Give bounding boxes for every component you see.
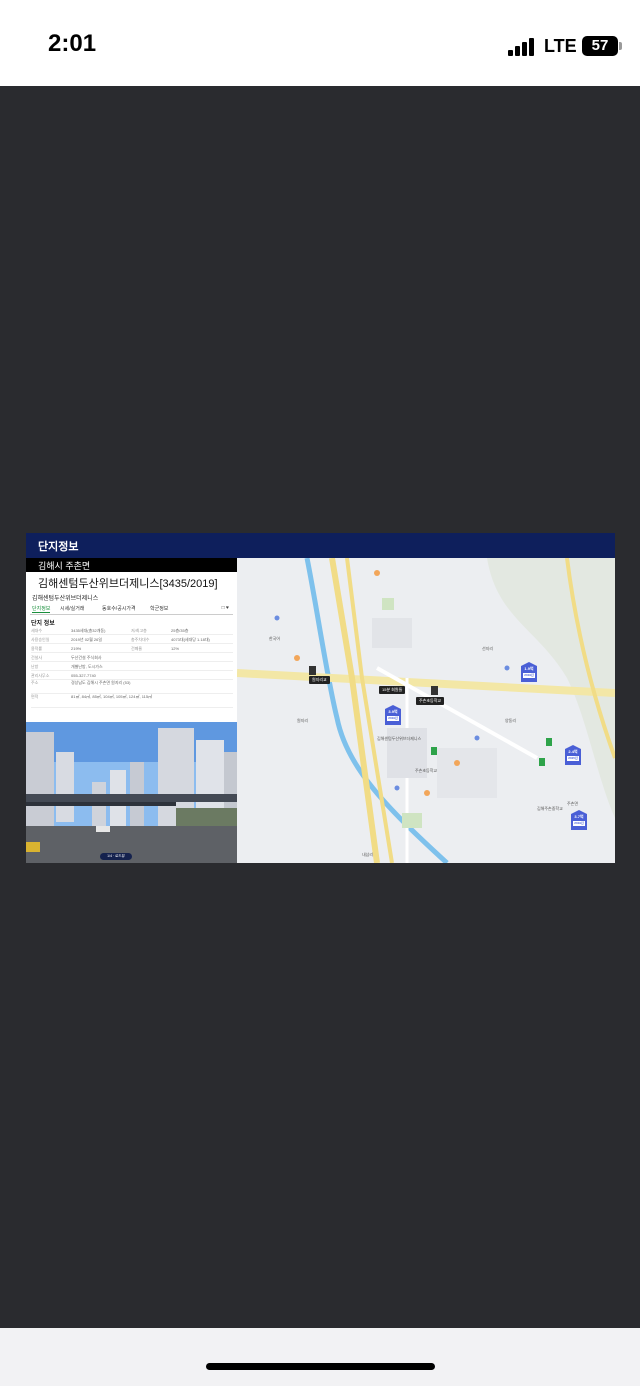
map-label: 김해센텀두산위브더제니스: [377, 736, 422, 741]
complex-title: 김해센텀두산위브더제니스[3435/2019]: [38, 578, 218, 590]
presentation-slide[interactable]: 단지정보 김해시 주촌면 김해센텀두산위브더제니스[3435/2019] 김해센…: [26, 533, 615, 863]
info-value: 개별난방, 도시가스: [71, 664, 103, 669]
map-canvas: [237, 558, 615, 863]
share-favorite-icon[interactable]: □ ♥: [222, 605, 229, 611]
map-callout[interactable]: 15분 회원들: [379, 686, 406, 694]
info-row: 관리사무소 055-327-7740: [31, 671, 233, 680]
signal-icon: [508, 38, 538, 56]
map-label: 주촌초등학교: [415, 768, 438, 773]
info-value: 3435세대(총32개동): [71, 628, 106, 633]
network-type: LTE: [544, 36, 577, 56]
street-view-photo[interactable]: 1/4 · 로드뷰: [26, 722, 237, 863]
info-table: 세대수 3435세대(총32개동) 저/최고층 25층/35층 사용승인일 2019년 …: [31, 626, 233, 708]
info-key: 주소: [31, 680, 39, 685]
tab-school[interactable]: 학군정보: [150, 605, 168, 612]
price-marker[interactable]: 3.7억 2019년: [571, 810, 587, 830]
info-value: 81㎡, 84㎡, 85㎡, 104㎡, 105㎡, 124㎡, 115㎡: [71, 694, 153, 699]
info-row: 사용승인일 2019년 02월 26일 총주차대수 4073대(세대당 1.18대): [31, 635, 233, 644]
map-label: 주촌면: [567, 801, 579, 806]
battery-tip: [619, 42, 622, 50]
info-row: 주소 경상남도 김해시 주촌면 원지리 (53): [31, 680, 233, 694]
info-key: 용적률: [31, 646, 43, 651]
info-key: 총주차대수: [131, 637, 150, 642]
info-value: 2019년 02월 26일: [71, 637, 103, 642]
tab-complex-info[interactable]: 단지정보: [32, 605, 51, 613]
marker-year: 2019년: [387, 716, 399, 721]
map-label: 김해주촌중학교: [537, 806, 563, 811]
complex-subtitle: 김해센텀두산위브더제니스: [32, 596, 99, 602]
pin-icon[interactable]: [431, 747, 437, 755]
tab-unit-price[interactable]: 동호수/공시가격: [102, 605, 136, 612]
info-row: 난방 개별난방, 도시가스: [31, 662, 233, 671]
region-label: 김해시 주촌면: [38, 561, 91, 571]
map-view[interactable]: 한국어 선지리 원지리 김해센텀두산위브더제니스 주촌초등학교 김해주촌중학교 …: [237, 558, 615, 863]
map-label: 한국어: [269, 636, 281, 641]
marker-price: 3.9억: [388, 709, 398, 714]
info-key: 면적: [31, 694, 39, 699]
home-indicator[interactable]: [206, 1363, 435, 1370]
price-marker[interactable]: 3.9억 2019년: [385, 705, 401, 725]
price-marker[interactable]: 2.4억 2015년: [565, 745, 581, 765]
info-row: 건설사 두산건설 주식회사: [31, 653, 233, 662]
marker-price: 1.9억: [524, 666, 534, 671]
tab-price[interactable]: 시세/실거래: [60, 605, 84, 612]
slide-header: 단지정보: [26, 533, 615, 558]
info-value: 219%: [71, 646, 82, 651]
map-label: 내삼리: [362, 852, 374, 857]
battery-icon: 57: [582, 36, 618, 56]
region-bar: 김해시 주촌면: [26, 558, 237, 572]
info-key: 건폐율: [131, 646, 143, 651]
flag-icon[interactable]: [309, 666, 316, 675]
info-key: 저/최고층: [131, 628, 147, 633]
flag-icon[interactable]: [431, 686, 438, 695]
map-callout[interactable]: 원지리교: [309, 676, 330, 684]
info-value: 두산건설 주식회사: [71, 655, 102, 660]
status-time: 2:01: [48, 30, 97, 57]
info-row: 용적률 219% 건폐율 12%: [31, 644, 233, 653]
map-label: 원지리: [297, 718, 309, 723]
street-view-badge[interactable]: 1/4 · 로드뷰: [100, 853, 132, 860]
street-view-image: [26, 722, 237, 863]
info-key: 관리사무소: [31, 673, 50, 678]
info-value: 경상남도 김해시 주촌면 원지리 (53): [71, 680, 131, 685]
marker-year: 2015년: [567, 756, 579, 761]
bottom-bar: [0, 1328, 640, 1386]
map-label: 양동리: [505, 718, 517, 723]
info-value: 055-327-7740: [71, 673, 96, 678]
info-key: 세대수: [31, 628, 43, 633]
info-key: 건설사: [31, 655, 43, 660]
info-value: 4073대(세대당 1.18대): [171, 637, 210, 642]
slide-header-title: 단지정보: [38, 541, 79, 553]
map-callout[interactable]: 주촌초등학교: [416, 697, 445, 705]
info-row: 세대수 3435세대(총32개동) 저/최고층 25층/35층: [31, 626, 233, 635]
info-tabs: 단지정보 시세/실거래 동호수/공시가격 학군정보 □ ♥: [30, 604, 233, 615]
complex-info-panel: 김해시 주촌면 김해센텀두산위브더제니스[3435/2019] 김해센텀두산위브…: [26, 558, 237, 863]
info-key: 사용승인일: [31, 637, 50, 642]
pin-icon[interactable]: [539, 758, 545, 766]
marker-price: 3.7억: [574, 814, 584, 819]
info-value: 25층/35층: [171, 628, 189, 633]
marker-year: 2019년: [573, 821, 585, 826]
map-label: 선지리: [482, 646, 494, 651]
info-key: 난방: [31, 664, 39, 669]
status-bar: 2:01 LTE 57: [0, 0, 640, 86]
price-marker[interactable]: 1.9억 2019년: [521, 662, 537, 682]
info-row: 면적 81㎡, 84㎡, 85㎡, 104㎡, 105㎡, 124㎡, 115㎡: [31, 694, 233, 708]
info-value: 12%: [171, 646, 180, 651]
pin-icon[interactable]: [546, 738, 552, 746]
marker-price: 2.4억: [568, 749, 578, 754]
marker-year: 2019년: [523, 673, 535, 678]
